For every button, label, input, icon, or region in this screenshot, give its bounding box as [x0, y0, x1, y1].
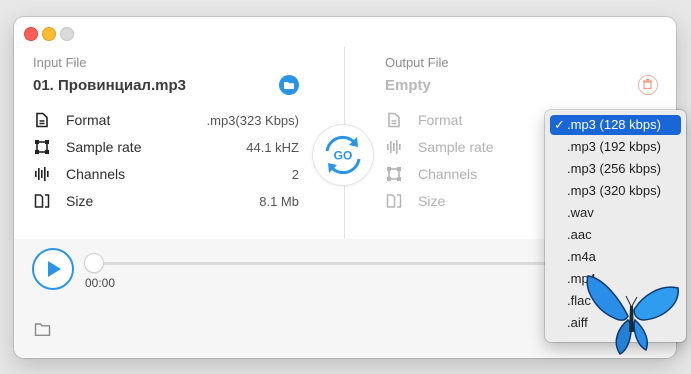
playback-progress-track[interactable]: [94, 262, 564, 265]
go-convert-button[interactable]: GO: [313, 125, 373, 185]
convert-arrows-icon: GO: [325, 135, 361, 175]
playback-time: 00:00: [85, 276, 116, 290]
play-icon: [48, 261, 61, 277]
trash-icon: [643, 78, 652, 90]
waveform-icon: [387, 140, 401, 154]
input-size-label: Size: [66, 193, 94, 209]
output-channels-label: Channels: [418, 166, 478, 182]
butterfly-icon: [586, 275, 679, 355]
playback-progress-thumb[interactable]: [85, 254, 103, 272]
file-size-icon: [34, 194, 50, 208]
folder-icon: [284, 82, 294, 89]
document-icon: [388, 112, 400, 128]
input-size-value: 8.1 Mb: [259, 194, 299, 209]
sample-rate-icon: [387, 167, 401, 181]
file-size-icon: [386, 194, 402, 208]
input-format-label: Format: [66, 112, 111, 128]
format-option-mp3-128[interactable]: ✓ .mp3 (128 kbps): [550, 115, 681, 135]
input-channels-value: 2: [291, 167, 299, 182]
delete-output-button[interactable]: [638, 75, 658, 95]
output-file-label: Output File: [385, 55, 449, 70]
waveform-icon: [35, 167, 49, 181]
checkmark-icon: ✓: [554, 117, 565, 132]
folder-icon[interactable]: [34, 322, 51, 337]
format-option-mp3-192[interactable]: .mp3 (192 kbps): [550, 137, 681, 157]
open-file-button[interactable]: [279, 75, 299, 95]
output-format-label: Format: [418, 112, 463, 128]
input-sample-rate-value: 44.1 kHZ: [246, 140, 299, 155]
go-label: GO: [334, 149, 353, 163]
input-format-value: .mp3(323 Kbps): [206, 113, 300, 128]
format-option-m4a[interactable]: .m4a: [550, 247, 681, 267]
document-icon: [36, 112, 48, 128]
format-option-aac[interactable]: .aac: [550, 225, 681, 245]
close-window-button[interactable]: [24, 27, 38, 41]
format-option-mp3-256[interactable]: .mp3 (256 kbps): [550, 159, 681, 179]
play-button[interactable]: [32, 248, 74, 290]
zoom-window-button[interactable]: [60, 27, 74, 41]
input-file-label: Input File: [33, 55, 87, 70]
output-size-label: Size: [418, 193, 446, 209]
input-channels-label: Channels: [66, 166, 126, 182]
input-sample-rate-label: Sample rate: [66, 139, 142, 155]
input-filename: 01. Провинциал.mp3: [33, 77, 186, 94]
output-sample-rate-label: Sample rate: [418, 139, 494, 155]
output-filename: Empty: [385, 77, 431, 94]
format-option-mp3-320[interactable]: .mp3 (320 kbps): [550, 181, 681, 201]
minimize-window-button[interactable]: [42, 27, 56, 41]
format-option-wav[interactable]: .wav: [550, 203, 681, 223]
sample-rate-icon: [35, 140, 49, 154]
